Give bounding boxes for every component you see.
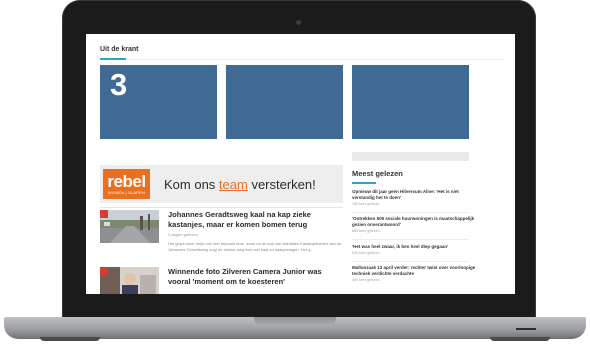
webcam-icon (296, 20, 301, 25)
ad-banner[interactable]: rebel WONEN | SLAPEN Kom ons team verste… (100, 165, 343, 203)
article-meta: 3 dagen geleden (168, 232, 198, 237)
most-read-meta: 766 keer gelezen (352, 202, 380, 206)
newspaper-tile-3[interactable] (352, 65, 469, 139)
most-read-item[interactable]: 'Het was heel zwaar, ik ben heel diep ge… (352, 244, 478, 255)
article-snippet: Het grijze weer helpt ook niet bepaald m… (168, 241, 342, 252)
camera-photo-icon (100, 267, 159, 294)
article-item[interactable]: Johannes Geradtsweg kaal na kap zieke ka… (100, 210, 345, 264)
most-read-divider (352, 261, 469, 262)
most-read-title: Meest gelezen (352, 169, 403, 178)
most-read-divider (352, 239, 469, 240)
most-read-meta: 630 keer gelezen (352, 251, 380, 255)
ad-brand-sub: WONEN | SLAPEN (107, 190, 146, 195)
ad-tagline-before: Kom ons (164, 177, 219, 192)
laptop-screen: Uit de krant 3 rebel WONEN | SLAPEN Kom … (86, 34, 515, 294)
rebel-logo: rebel WONEN | SLAPEN (103, 169, 150, 199)
newspaper-tile-2[interactable] (226, 65, 343, 139)
ad-brand: rebel (107, 172, 146, 191)
most-read-item[interactable]: Mallonzaak 13 april verder: rechter twis… (352, 265, 478, 282)
status-light (516, 328, 536, 330)
laptop-foot-left (40, 337, 100, 341)
article-thumbnail[interactable] (100, 210, 159, 243)
article-badge (100, 267, 108, 275)
ad-tagline-accent: team (218, 177, 248, 192)
most-read-headline[interactable]: 'Het was heel zwaar, ik ben heel diep ge… (352, 244, 478, 250)
sidebar-top-bar (352, 152, 469, 161)
newspaper-tile-1[interactable]: 3 (100, 65, 217, 139)
section-title: Uit de krant (100, 46, 139, 53)
most-read-item[interactable]: Opnieuw dit jaar geen Hilversum Alive: '… (352, 189, 478, 206)
ad-tagline-after: versterken! (247, 177, 316, 192)
content-divider (100, 207, 343, 208)
most-read-headline[interactable]: 'Ontrekken 509 sociale huurwoningen is m… (352, 216, 478, 228)
ad-tagline: Kom ons team versterken! (164, 177, 316, 192)
article-thumbnail[interactable] (100, 267, 159, 294)
street-photo-icon (100, 210, 159, 243)
most-read-headline[interactable]: Opnieuw dit jaar geen Hilversum Alive: '… (352, 189, 478, 201)
article-title[interactable]: Winnende foto Zilveren Camera Junior was… (168, 267, 343, 287)
section-underline (100, 58, 126, 60)
laptop-foot-right (490, 337, 550, 341)
section-divider (100, 59, 505, 60)
laptop-opening-notch (254, 317, 336, 326)
most-read-divider (352, 212, 469, 213)
most-read-item[interactable]: 'Ontrekken 509 sociale huurwoningen is m… (352, 216, 478, 233)
most-read-underline (352, 182, 376, 184)
most-read-meta: 480 keer gelezen (352, 278, 380, 282)
most-read-headline[interactable]: Mallonzaak 13 april verder: rechter twis… (352, 265, 478, 277)
tile-number: 3 (110, 67, 128, 102)
article-item[interactable]: Winnende foto Zilveren Camera Junior was… (100, 267, 345, 294)
most-read-meta: 683 keer gelezen (352, 229, 380, 233)
article-badge (100, 210, 108, 218)
article-title[interactable]: Johannes Geradtsweg kaal na kap zieke ka… (168, 210, 343, 230)
